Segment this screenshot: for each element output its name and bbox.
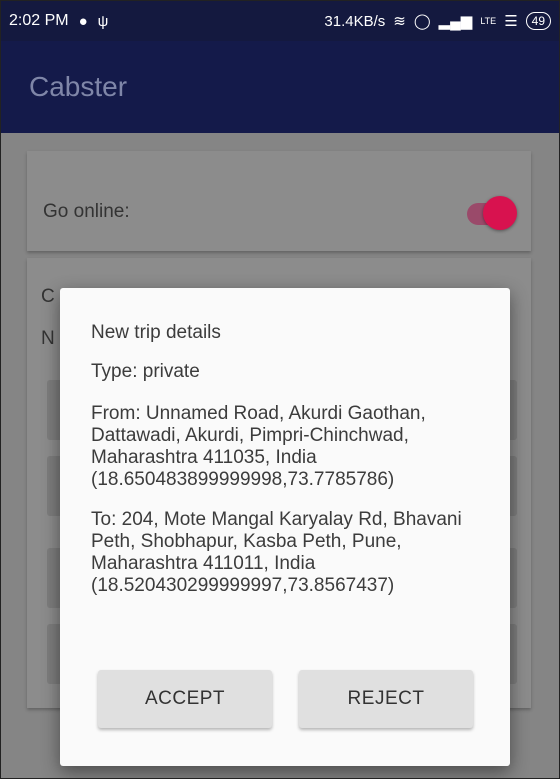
accept-button[interactable]: ACCEPT <box>98 670 272 728</box>
trip-card-heading: C <box>41 286 55 307</box>
app-bar: Cabster <box>1 41 559 133</box>
trip-type: Type: private <box>91 361 200 382</box>
vibrate-icon: ≋ <box>393 12 406 30</box>
phone-screen: 2:02 PM ● ψ 31.4KB/s ≋ ◯ ▂▄▆ LTE ☰ 49 Ca… <box>0 0 560 779</box>
usb-icon: ψ <box>97 12 109 30</box>
signal-icon: ▂▄▆ <box>438 12 473 30</box>
go-online-label: Go online: <box>43 201 130 222</box>
network-speed: 31.4KB/s <box>324 12 386 30</box>
app-title: Cabster <box>29 71 128 102</box>
new-trip-dialog: New trip details Type: private From: Unn… <box>60 288 510 766</box>
battery-icon: 49 <box>525 12 551 30</box>
online-card: Go online: <box>27 151 531 251</box>
alarm-icon: ◯ <box>413 12 431 30</box>
trip-from: From: Unnamed Road, Akurdi Gaothan, Datt… <box>91 403 426 490</box>
go-online-toggle[interactable] <box>483 196 517 230</box>
trip-to: To: 204, Mote Mangal Karyalay Rd, Bhavan… <box>91 509 462 596</box>
volte-icon: LTE <box>480 15 497 26</box>
trip-card-line: N <box>41 328 55 349</box>
status-bar: 2:02 PM ● ψ 31.4KB/s ≋ ◯ ▂▄▆ LTE ☰ 49 <box>1 1 559 41</box>
status-time: 2:02 PM <box>9 12 69 29</box>
dialog-title: New trip details <box>91 322 221 343</box>
wifi-icon: ☰ <box>504 12 518 30</box>
chat-icon: ● <box>78 12 88 30</box>
reject-button[interactable]: REJECT <box>299 670 473 728</box>
